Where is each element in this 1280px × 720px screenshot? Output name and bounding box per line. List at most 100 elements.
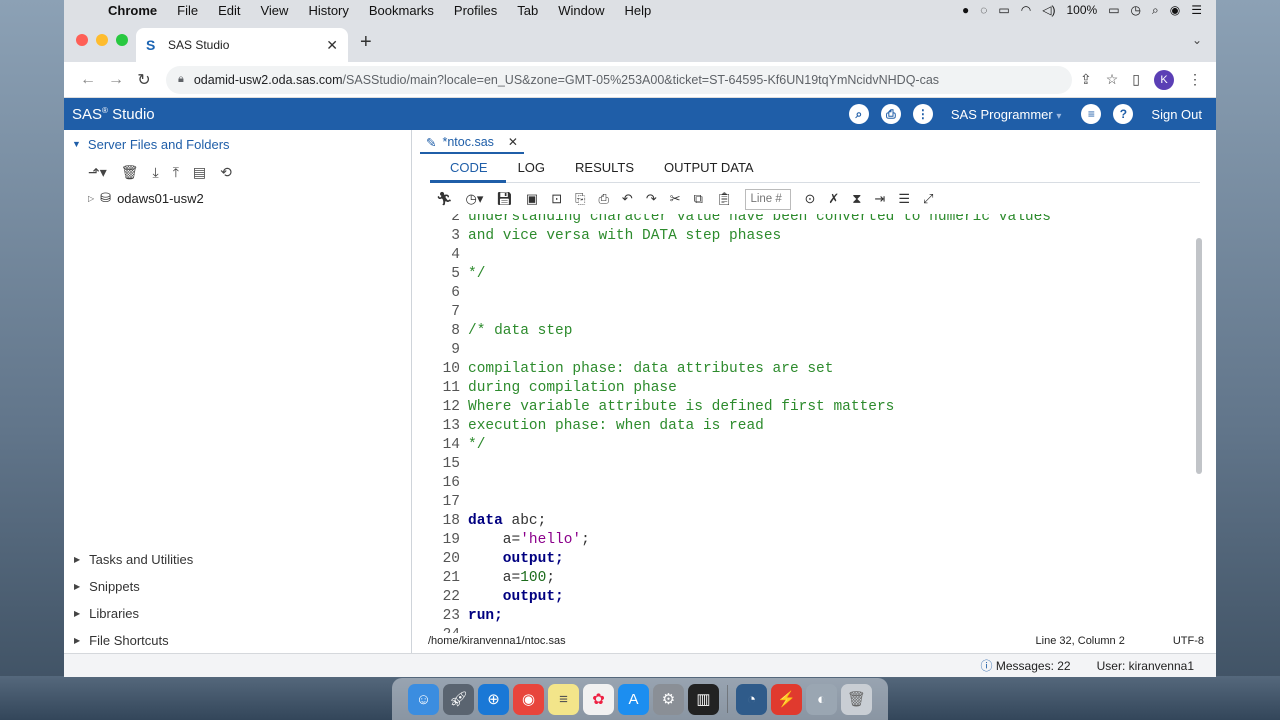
address-bar[interactable]: 🔒︎ odamid-usw2.oda.sas.com/SASStudio/mai… <box>166 65 1072 94</box>
menu-help[interactable]: Help <box>615 3 662 18</box>
menu-profiles[interactable]: Profiles <box>444 3 507 18</box>
download-icon[interactable]: ⤓ <box>153 164 159 186</box>
properties-icon[interactable]: ▤ <box>193 164 206 186</box>
back-icon[interactable]: ← <box>74 71 102 89</box>
tab-log[interactable]: LOG <box>518 160 545 175</box>
redo-icon[interactable]: ↷ <box>646 191 657 207</box>
code-line[interactable]: 3 and vice versa with DATA step phases <box>430 227 1200 246</box>
program-tab[interactable]: ✎ *ntoc.sas ✕ <box>420 132 524 154</box>
tree-item-server[interactable]: ▷ ⛁ odaws01-usw2 <box>64 186 411 206</box>
close-tab-icon[interactable]: ✕ <box>326 37 338 54</box>
notes-icon[interactable]: ≡ <box>548 683 579 715</box>
quicktime-icon[interactable]: ◔ <box>736 683 767 715</box>
menu-bookmarks[interactable]: Bookmarks <box>359 3 444 18</box>
run-icon[interactable]: 🏃︎ <box>436 191 453 207</box>
save-icon[interactable]: 💾︎ <box>496 191 513 207</box>
menu-tab[interactable]: Tab <box>507 3 548 18</box>
code-line[interactable]: 6 <box>430 284 1200 303</box>
code-line[interactable]: 17 <box>430 493 1200 512</box>
format-code-icon[interactable]: ☰ <box>898 191 910 207</box>
print-icon[interactable]: ⎙ <box>880 104 901 124</box>
messages-link[interactable]: ⓘ Messages: 22 <box>981 657 1071 674</box>
spinner-icon[interactable]: ◌ <box>980 3 987 17</box>
cut-icon[interactable]: ✂ <box>670 191 681 207</box>
code-line[interactable]: 13 execution phase: when data is read <box>430 417 1200 436</box>
export-icon[interactable]: ⎘ <box>575 191 585 207</box>
code-line[interactable]: 10 compilation phase: data attributes are… <box>430 360 1200 379</box>
code-line[interactable]: 16 <box>430 474 1200 493</box>
section-libraries[interactable]: ▶ Libraries <box>64 600 411 627</box>
code-line[interactable]: 18 data abc; <box>430 512 1200 531</box>
code-line[interactable]: 21 a=100; <box>430 569 1200 588</box>
browser-tab[interactable]: S SAS Studio ✕ <box>136 28 348 62</box>
reload-icon[interactable]: ↻ <box>130 70 158 90</box>
split-icon[interactable]: ⧗ <box>852 191 861 207</box>
help-icon[interactable]: ? <box>1113 104 1134 124</box>
code-line[interactable]: 8 /* data step <box>430 322 1200 341</box>
upload-icon[interactable]: ⤒ <box>173 164 179 186</box>
share-icon[interactable]: ⇪ <box>1080 71 1092 88</box>
code-line[interactable]: 19 a='hello'; <box>430 531 1200 550</box>
copy-icon[interactable]: ⧉ <box>694 191 703 207</box>
menu-file[interactable]: File <box>167 3 208 18</box>
tab-results[interactable]: RESULTS <box>575 160 634 175</box>
sidebar-icon[interactable]: ▯ <box>1132 71 1140 88</box>
zoom-window-button[interactable] <box>116 34 128 46</box>
history-icon[interactable]: ◷▾ <box>466 191 484 207</box>
paste-icon[interactable]: 📋︎ <box>716 191 733 207</box>
menu-app-name[interactable]: Chrome <box>98 3 167 18</box>
apps-grid-icon[interactable]: ⋮ <box>912 104 933 124</box>
downloads-stack-icon[interactable]: ◐ <box>806 683 837 715</box>
bookmark-star-icon[interactable]: ☆ <box>1106 71 1119 88</box>
volume-icon[interactable]: ◁) <box>1042 3 1055 17</box>
code-line[interactable]: 22 output; <box>430 588 1200 607</box>
save-as-template-icon[interactable]: ⊡ <box>551 191 562 207</box>
chrome-icon[interactable]: ◉ <box>513 683 544 715</box>
app-store-icon[interactable]: A <box>618 683 649 715</box>
tab-output-data[interactable]: OUTPUT DATA <box>664 160 754 175</box>
close-window-button[interactable] <box>76 34 88 46</box>
go-to-line-icon[interactable]: ⊙ <box>804 191 815 207</box>
new-tab-icon[interactable]: + <box>360 31 372 54</box>
safari-icon[interactable]: ⊕ <box>478 683 509 715</box>
server-files-section[interactable]: ▼ Server Files and Folders <box>64 130 411 158</box>
clear-icon[interactable]: ✗ <box>828 191 839 207</box>
minimize-window-button[interactable] <box>96 34 108 46</box>
spotlight-icon[interactable]: ⌕ <box>1152 3 1159 18</box>
close-program-icon[interactable]: ✕ <box>508 135 518 149</box>
clock-icon[interactable]: ◷ <box>1131 3 1141 17</box>
more-menu-icon[interactable]: ⋮ <box>1188 71 1202 88</box>
menu-history[interactable]: History <box>298 3 358 18</box>
code-line[interactable]: 7 <box>430 303 1200 322</box>
line-number-input[interactable] <box>745 188 792 210</box>
profile-avatar[interactable]: K <box>1154 69 1174 90</box>
tab-code[interactable]: CODE <box>430 160 488 175</box>
forward-icon[interactable]: → <box>102 71 130 89</box>
menu-edit[interactable]: Edit <box>208 3 250 18</box>
new-item-icon[interactable]: ⬏▾ <box>88 164 107 186</box>
code-line[interactable]: 15 <box>430 455 1200 474</box>
section-file-shortcuts[interactable]: ▶ File Shortcuts <box>64 627 411 654</box>
snippet-icon[interactable]: ⇥ <box>874 191 885 207</box>
code-line[interactable]: 11 during compilation phase <box>430 379 1200 398</box>
maximize-icon[interactable]: ⤢ <box>923 191 933 207</box>
finder-icon[interactable]: ☺ <box>408 683 439 715</box>
code-editor[interactable]: 2 understanding character value have been… <box>430 214 1200 633</box>
code-line[interactable]: 4 <box>430 246 1200 265</box>
code-line[interactable]: 14 */ <box>430 436 1200 455</box>
chevron-down-icon[interactable]: ⌄ <box>1192 33 1202 47</box>
section-tasks[interactable]: ▶ Tasks and Utilities <box>64 546 411 573</box>
trash-icon[interactable]: 🗑︎ <box>841 683 872 715</box>
code-line[interactable]: 5 */ <box>430 265 1200 284</box>
siri-icon[interactable]: ◉ <box>1170 3 1180 17</box>
control-center-icon[interactable]: ☰ <box>1191 3 1202 17</box>
save-as-icon[interactable]: ▣ <box>526 191 538 207</box>
code-line[interactable]: 2 understanding character value have been… <box>430 214 1200 227</box>
editor-scrollbar[interactable] <box>1196 238 1202 474</box>
options-menu-icon[interactable]: ≡ <box>1081 104 1102 124</box>
code-line[interactable]: 12 Where variable attribute is defined fi… <box>430 398 1200 417</box>
code-line[interactable]: 23 run; <box>430 607 1200 626</box>
record-icon[interactable]: ● <box>962 3 969 17</box>
launchpad-icon[interactable]: 🚀︎ <box>443 683 474 715</box>
photos-icon[interactable]: ✿ <box>583 683 614 715</box>
